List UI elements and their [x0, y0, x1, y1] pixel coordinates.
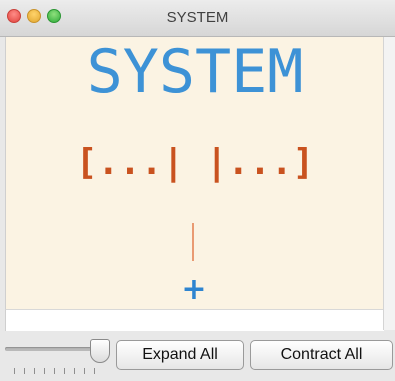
vertical-scrollbar[interactable]: [383, 37, 395, 330]
collapsed-children-node[interactable]: [...| |...]: [6, 141, 384, 185]
app-window: SYSTEM SYSTEM [...| |...] + Expand All C…: [0, 0, 395, 381]
depth-slider-thumb[interactable]: [90, 339, 110, 363]
root-node-title[interactable]: SYSTEM: [6, 39, 384, 105]
expand-all-button[interactable]: Expand All: [116, 340, 244, 370]
add-node-button[interactable]: +: [174, 273, 214, 307]
contract-all-button[interactable]: Contract All: [250, 340, 393, 370]
horizontal-scroll-area[interactable]: [5, 309, 384, 331]
slider-tick-marks: [14, 368, 100, 374]
tree-connector-line: [192, 223, 194, 261]
title-bar[interactable]: SYSTEM: [0, 0, 395, 37]
window-title: SYSTEM: [166, 9, 229, 26]
tree-canvas[interactable]: SYSTEM [...| |...] +: [5, 37, 384, 309]
